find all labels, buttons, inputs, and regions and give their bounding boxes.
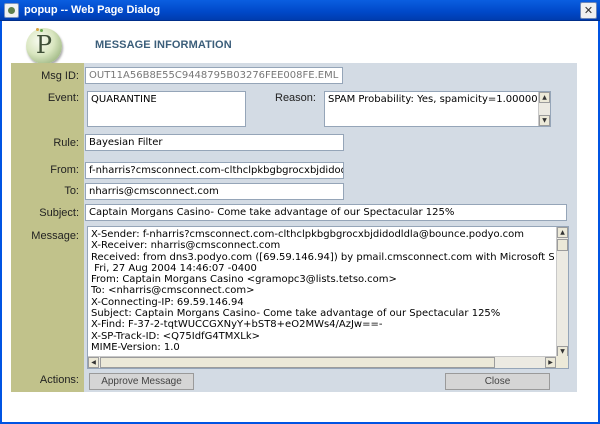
scroll-thumb[interactable] — [557, 239, 568, 251]
scroll-up-icon[interactable]: ▲ — [557, 227, 568, 238]
event-value: QUARANTINE — [91, 94, 157, 105]
message-label: Message: — [31, 230, 79, 242]
to-field[interactable]: nharris@cmsconnect.com — [85, 183, 344, 200]
actions-label: Actions: — [39, 374, 79, 386]
logo-icon: P — [26, 28, 62, 64]
message-line: X-Receiver: nharris@cmsconnect.com — [91, 240, 281, 252]
logo-dots — [36, 28, 44, 32]
message-line: Received: from dns3.podyo.com ([69.59.14… — [91, 251, 554, 263]
reason-field[interactable]: SPAM Probability: Yes, spamicity=1.00000… — [324, 91, 551, 127]
scroll-up-icon[interactable]: ▲ — [539, 92, 550, 103]
event-label: Event: — [47, 92, 79, 104]
message-lines: X-Sender: f-nharris?cmsconnect.com-clthc… — [91, 229, 554, 353]
title-bar: popup -- Web Page Dialog ✕ — [0, 0, 600, 21]
from-label: From: — [50, 164, 79, 176]
message-body[interactable]: X-Sender: f-nharris?cmsconnect.com-clthc… — [87, 226, 569, 369]
reason-scrollbar[interactable]: ▲ ▼ — [538, 92, 550, 126]
event-field[interactable]: QUARANTINE — [87, 91, 246, 127]
rule-label: Rule: — [53, 137, 79, 149]
message-line: MIME-Version: 1.0 — [91, 341, 180, 353]
app-icon — [4, 3, 19, 18]
message-line: To: <nharris@cmsconnect.com> — [91, 285, 255, 297]
msg-id-field[interactable]: OUT11A56B8E55C9448795B03276FEE008FE.EML — [85, 67, 343, 84]
scrollbar-corner — [556, 356, 568, 368]
scroll-down-icon[interactable]: ▼ — [539, 115, 550, 126]
reason-label: Reason: — [275, 92, 316, 104]
window-title: popup -- Web Page Dialog — [24, 4, 161, 16]
message-line: X-SP-Track-ID: <Q75IdfG4TMXLk> — [91, 330, 261, 342]
message-line: From: Captain Morgans Casino <gramopc3@l… — [91, 274, 397, 286]
horizontal-scroll-thumb[interactable] — [100, 357, 495, 368]
label-column — [11, 63, 84, 392]
approve-message-button[interactable]: Approve Message — [89, 373, 194, 390]
msg-id-label: Msg ID: — [41, 70, 79, 82]
reason-value: SPAM Probability: Yes, spamicity=1.00000… — [328, 94, 544, 105]
message-horizontal-scrollbar[interactable]: ◀ ▶ — [88, 356, 556, 368]
close-window-button[interactable]: ✕ — [580, 2, 597, 19]
subject-field[interactable]: Captain Morgans Casino- Come take advant… — [85, 204, 567, 221]
message-line: X-Find: F-37-2-tqtWUCCGXNyY+bST8+eO2MWs4… — [91, 319, 383, 331]
window-frame-left — [0, 21, 2, 424]
message-line: Fri, 27 Aug 2004 14:46:07 -0400 — [91, 262, 257, 274]
message-vertical-scrollbar[interactable]: ▲ ▼ — [556, 227, 568, 357]
scroll-left-icon[interactable]: ◀ — [88, 357, 99, 368]
rule-field[interactable]: Bayesian Filter — [85, 134, 344, 151]
message-line: Subject: Captain Morgans Casino- Come ta… — [91, 308, 501, 320]
scroll-right-icon[interactable]: ▶ — [545, 357, 556, 368]
message-line: X-Sender: f-nharris?cmsconnect.com-clthc… — [91, 229, 525, 240]
close-button[interactable]: Close — [445, 373, 550, 390]
from-field[interactable]: f-nharris?cmsconnect.com-clthclpkbgbgroc… — [85, 162, 344, 179]
to-label: To: — [64, 185, 79, 197]
message-line: X-Connecting-IP: 69.59.146.94 — [91, 296, 244, 308]
subject-label: Subject: — [39, 207, 79, 219]
page-title: MESSAGE INFORMATION — [95, 39, 232, 51]
